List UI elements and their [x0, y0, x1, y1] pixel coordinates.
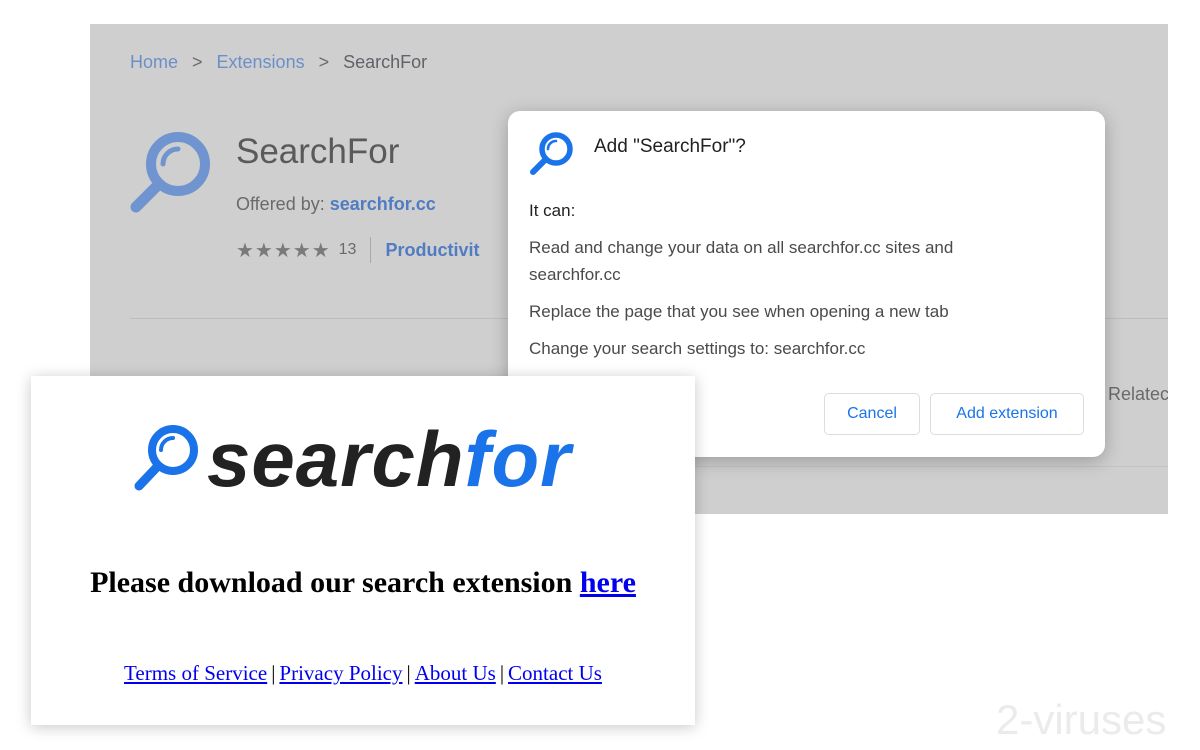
- contact-us-link[interactable]: Contact Us: [508, 661, 602, 685]
- logo-search-text: search: [207, 415, 465, 503]
- logo-for-text: for: [464, 415, 572, 503]
- privacy-policy-link[interactable]: Privacy Policy: [279, 661, 402, 685]
- logo-wordmark: searchfor: [207, 420, 572, 498]
- download-headline: Please download our search extension her…: [31, 566, 695, 600]
- footer-separator: |: [271, 661, 276, 685]
- download-here-link[interactable]: here: [580, 566, 636, 599]
- about-us-link[interactable]: About Us: [415, 661, 496, 685]
- breadcrumb: Home > Extensions > SearchFor: [130, 52, 427, 73]
- breadcrumb-separator: >: [192, 52, 203, 72]
- breadcrumb-current: SearchFor: [343, 52, 428, 72]
- rating-row: ★★★★★ 13 Productivit: [236, 237, 479, 263]
- rating-count[interactable]: 13: [339, 241, 357, 259]
- offered-by-link[interactable]: searchfor.cc: [330, 194, 436, 214]
- breadcrumb-separator: >: [318, 52, 330, 72]
- terms-of-service-link[interactable]: Terms of Service: [124, 661, 267, 685]
- related-tab[interactable]: Relatec: [1108, 384, 1168, 405]
- magnifier-icon: [130, 132, 210, 213]
- magnifier-icon: [134, 425, 198, 491]
- permission-item: Read and change your data on all searchf…: [529, 238, 954, 284]
- rating-divider: [370, 237, 372, 263]
- searchfor-logo: searchfor: [131, 412, 572, 498]
- offered-by: Offered by: searchfor.cc: [236, 194, 436, 215]
- offered-by-label: Offered by:: [236, 194, 325, 214]
- searchfor-webpage: searchfor Please download our search ext…: [31, 376, 695, 725]
- dialog-title: Add "SearchFor"?: [594, 136, 746, 157]
- add-extension-button[interactable]: Add extension: [930, 393, 1084, 435]
- watermark: 2-viruses: [996, 696, 1167, 743]
- rating-stars: ★★★★★: [236, 239, 331, 262]
- category-link[interactable]: Productivit: [385, 240, 479, 261]
- permission-item: Change your search settings to: searchfo…: [529, 339, 866, 358]
- breadcrumb-home-link[interactable]: Home: [130, 52, 178, 73]
- magnifier-icon: [530, 132, 573, 175]
- cancel-button[interactable]: Cancel: [824, 393, 920, 435]
- footer-separator: |: [499, 661, 505, 685]
- headline-text: Please download our search extension: [90, 566, 573, 599]
- footer-links: Terms of Service | Privacy Policy | About Us…: [31, 661, 695, 686]
- dialog-it-can: It can:: [529, 201, 576, 220]
- permissions-list: Read and change your data on all searchf…: [529, 234, 1029, 372]
- breadcrumb-extensions-link[interactable]: Extensions: [217, 52, 305, 73]
- permission-item: Replace the page that you see when openi…: [529, 302, 949, 321]
- footer-separator: |: [406, 661, 411, 685]
- extension-title: SearchFor: [236, 132, 400, 171]
